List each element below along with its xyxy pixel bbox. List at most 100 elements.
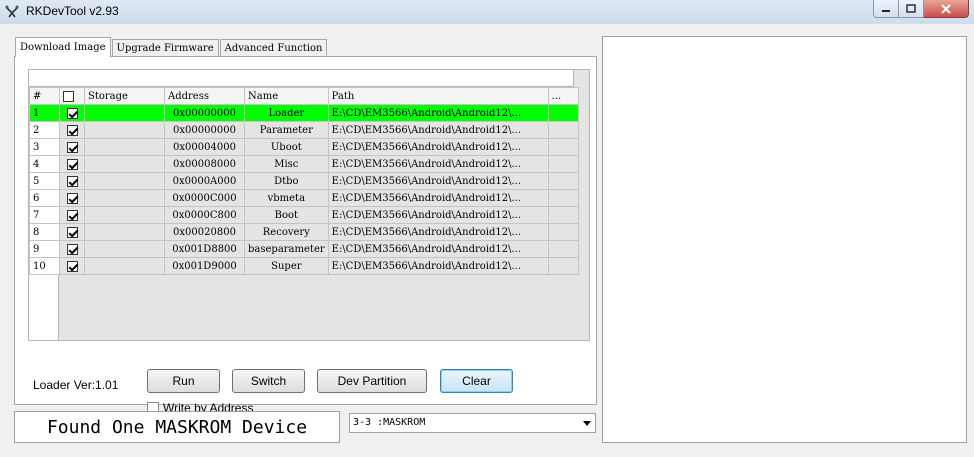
row-address[interactable]: 0x001D8800 <box>164 240 245 258</box>
row-number[interactable]: 10 <box>29 257 60 275</box>
row-storage[interactable] <box>84 104 165 122</box>
row-checkbox[interactable] <box>66 107 78 119</box>
select-all-checkbox[interactable] <box>63 90 74 102</box>
row-name[interactable]: Recovery <box>244 223 329 241</box>
row-path[interactable]: E:\CD\EM3566\Android\Android12\... <box>327 240 549 258</box>
row-number[interactable]: 9 <box>29 240 60 258</box>
row-checkbox-cell[interactable] <box>59 138 85 156</box>
row-checkbox[interactable] <box>66 260 78 272</box>
row-checkbox-cell[interactable] <box>59 172 85 190</box>
row-path[interactable]: E:\CD\EM3566\Android\Android12\... <box>327 223 549 241</box>
row-address[interactable]: 0x00000000 <box>164 121 245 139</box>
table-row[interactable]: 6 0x0000C000 vbmeta E:\CD\EM3566\Android\An… <box>29 189 579 207</box>
row-number[interactable]: 4 <box>29 155 60 173</box>
row-name[interactable]: baseparameter <box>244 240 329 258</box>
row-more[interactable] <box>547 155 579 173</box>
table-row[interactable]: 1 0x00000000 Loader E:\CD\EM3566\Android\An… <box>29 104 579 122</box>
row-number[interactable]: 1 <box>29 104 60 122</box>
row-more[interactable] <box>547 172 579 190</box>
header-storage[interactable]: Storage <box>84 87 165 105</box>
tab-upgrade-firmware[interactable]: Upgrade Firmware <box>111 39 219 57</box>
row-checkbox-cell[interactable] <box>59 104 85 122</box>
row-path[interactable]: E:\CD\EM3566\Android\Android12\... <box>327 138 549 156</box>
dev-partition-button[interactable]: Dev Partition <box>317 369 427 393</box>
header-address[interactable]: Address <box>164 87 245 105</box>
row-number[interactable]: 5 <box>29 172 60 190</box>
row-checkbox[interactable] <box>66 158 78 170</box>
row-storage[interactable] <box>84 206 165 224</box>
row-more[interactable] <box>547 257 579 275</box>
row-checkbox[interactable] <box>66 226 78 238</box>
row-address[interactable]: 0x0000C800 <box>164 206 245 224</box>
table-row[interactable]: 9 0x001D8800 baseparameter E:\CD\EM3566\And… <box>29 240 579 258</box>
table-row[interactable]: 3 0x00004000 Uboot E:\CD\EM3566\Android\And… <box>29 138 579 156</box>
row-more[interactable] <box>547 240 579 258</box>
table-row[interactable]: 7 0x0000C800 Boot E:\CD\EM3566\Android\Andr… <box>29 206 579 224</box>
row-checkbox[interactable] <box>66 192 78 204</box>
row-name[interactable]: Misc <box>244 155 329 173</box>
chevron-down-icon[interactable] <box>583 421 591 426</box>
row-more[interactable] <box>547 121 579 139</box>
row-checkbox-cell[interactable] <box>59 206 85 224</box>
table-row[interactable]: 2 0x00000000 Parameter E:\CD\EM3566\Android… <box>29 121 579 139</box>
row-number[interactable]: 8 <box>29 223 60 241</box>
row-name[interactable]: Parameter <box>244 121 329 139</box>
row-number[interactable]: 7 <box>29 206 60 224</box>
row-checkbox-cell[interactable] <box>59 240 85 258</box>
table-row[interactable]: 5 0x0000A000 Dtbo E:\CD\EM3566\Android\Andr… <box>29 172 579 190</box>
header-path[interactable]: Path <box>327 87 549 105</box>
row-name[interactable]: Loader <box>244 104 329 122</box>
table-row[interactable]: 8 0x00020800 Recovery E:\CD\EM3566\Android\… <box>29 223 579 241</box>
close-button[interactable] <box>924 0 969 18</box>
tab-advanced-function[interactable]: Advanced Function <box>219 39 328 57</box>
maximize-button[interactable] <box>899 0 924 18</box>
header-more[interactable]: ... <box>547 87 579 105</box>
switch-button[interactable]: Switch <box>232 369 305 393</box>
row-number[interactable]: 2 <box>29 121 60 139</box>
table-row[interactable]: 10 0x001D9000 Super E:\CD\EM3566\Android\An… <box>29 257 579 275</box>
row-more[interactable] <box>547 206 579 224</box>
row-checkbox-cell[interactable] <box>59 223 85 241</box>
row-address[interactable]: 0x0000A000 <box>164 172 245 190</box>
row-more[interactable] <box>547 223 579 241</box>
table-row[interactable]: 4 0x00008000 Misc E:\CD\EM3566\Android\Andr… <box>29 155 579 173</box>
row-checkbox-cell[interactable] <box>59 189 85 207</box>
row-storage[interactable] <box>84 172 165 190</box>
device-select[interactable]: 3-3 :MASKROM <box>349 413 596 433</box>
row-address[interactable]: 0x0000C000 <box>164 189 245 207</box>
log-output-panel[interactable] <box>602 36 967 443</box>
row-checkbox[interactable] <box>66 209 78 221</box>
row-number[interactable]: 6 <box>29 189 60 207</box>
row-path[interactable]: E:\CD\EM3566\Android\Android12\... <box>327 155 549 173</box>
row-path[interactable]: E:\CD\EM3566\Android\Android12\... <box>327 257 549 275</box>
row-checkbox[interactable] <box>66 243 78 255</box>
row-checkbox[interactable] <box>66 141 78 153</box>
row-name[interactable]: vbmeta <box>244 189 329 207</box>
row-path[interactable]: E:\CD\EM3566\Android\Android12\... <box>327 172 549 190</box>
row-checkbox-cell[interactable] <box>59 257 85 275</box>
row-path[interactable]: E:\CD\EM3566\Android\Android12\... <box>327 206 549 224</box>
row-more[interactable] <box>547 104 579 122</box>
row-more[interactable] <box>547 138 579 156</box>
row-storage[interactable] <box>84 189 165 207</box>
partition-table[interactable]: # Storage Address Name Path ... 1 0x00000… <box>28 69 590 341</box>
row-path[interactable]: E:\CD\EM3566\Android\Android12\... <box>327 121 549 139</box>
row-storage[interactable] <box>84 223 165 241</box>
minimize-button[interactable] <box>873 0 899 18</box>
row-address[interactable]: 0x00000000 <box>164 104 245 122</box>
row-name[interactable]: Uboot <box>244 138 329 156</box>
row-address[interactable]: 0x00020800 <box>164 223 245 241</box>
row-checkbox-cell[interactable] <box>59 155 85 173</box>
row-name[interactable]: Boot <box>244 206 329 224</box>
row-storage[interactable] <box>84 155 165 173</box>
row-name[interactable]: Dtbo <box>244 172 329 190</box>
row-checkbox[interactable] <box>66 124 78 136</box>
row-number[interactable]: 3 <box>29 138 60 156</box>
row-storage[interactable] <box>84 240 165 258</box>
row-storage[interactable] <box>84 257 165 275</box>
row-address[interactable]: 0x00008000 <box>164 155 245 173</box>
row-name[interactable]: Super <box>244 257 329 275</box>
row-more[interactable] <box>547 189 579 207</box>
header-num[interactable]: # <box>29 87 60 105</box>
row-checkbox-cell[interactable] <box>59 121 85 139</box>
